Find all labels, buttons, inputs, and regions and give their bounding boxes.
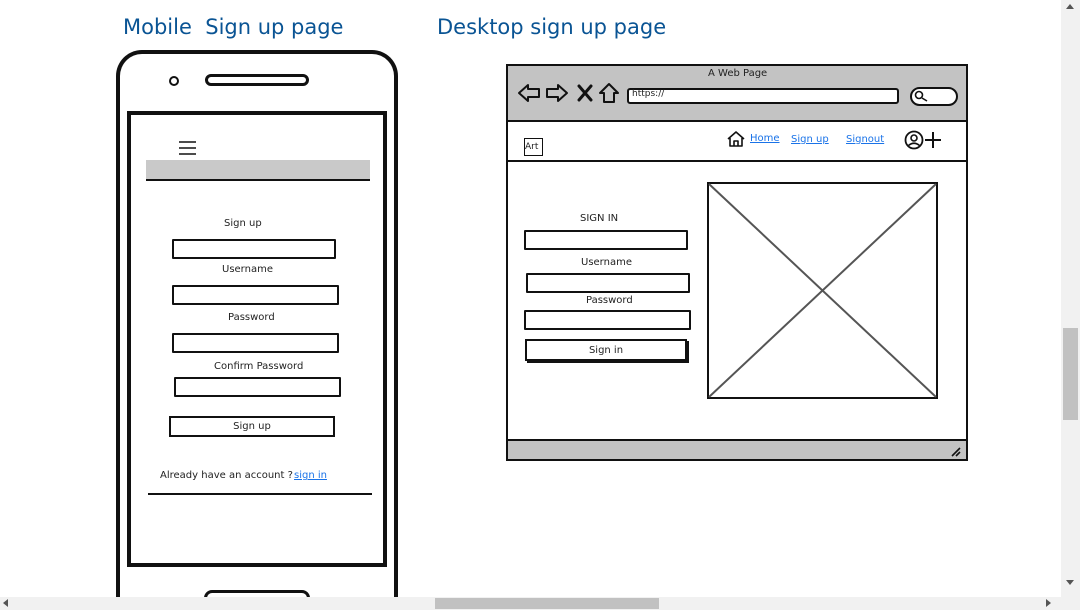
mobile-password-input[interactable] bbox=[172, 333, 339, 353]
vertical-scroll-thumb[interactable] bbox=[1063, 328, 1078, 420]
address-bar-url: https:// bbox=[632, 89, 665, 99]
browser-statusbar bbox=[508, 439, 966, 459]
address-bar[interactable] bbox=[627, 88, 899, 104]
image-placeholder-icon bbox=[707, 182, 938, 399]
mobile-section-title: Mobile Sign up page bbox=[123, 15, 344, 39]
nav-home-icon[interactable] bbox=[726, 130, 746, 148]
desktop-username-label: Username bbox=[581, 257, 632, 268]
resize-grip-icon[interactable] bbox=[950, 446, 962, 458]
add-user-icon[interactable] bbox=[904, 130, 942, 150]
horizontal-scroll-thumb[interactable] bbox=[435, 598, 659, 609]
hamburger-icon[interactable] bbox=[178, 140, 197, 156]
desktop-form-heading: SIGN IN bbox=[580, 213, 619, 224]
forward-arrow-icon[interactable] bbox=[545, 82, 569, 104]
mobile-username-label: Username bbox=[222, 264, 273, 275]
scroll-left-icon[interactable] bbox=[3, 599, 8, 607]
mobile-header-bar bbox=[146, 160, 370, 181]
desktop-password-input[interactable] bbox=[524, 310, 691, 330]
close-icon[interactable] bbox=[577, 84, 593, 102]
nav-signout-link[interactable]: Signout bbox=[846, 134, 884, 145]
phone-camera-icon bbox=[169, 76, 179, 86]
scroll-up-icon[interactable] bbox=[1066, 4, 1074, 9]
phone-speaker-icon bbox=[205, 74, 309, 86]
site-logo-text: Art bbox=[525, 142, 539, 152]
nav-signup-link[interactable]: Sign up bbox=[791, 134, 829, 145]
back-arrow-icon[interactable] bbox=[517, 82, 541, 104]
nav-home-link[interactable]: Home bbox=[750, 133, 780, 144]
mobile-confirm-password-input[interactable] bbox=[174, 377, 341, 397]
desktop-password-label: Password bbox=[586, 295, 633, 306]
vertical-scrollbar[interactable] bbox=[1061, 0, 1080, 597]
scroll-right-icon[interactable] bbox=[1046, 599, 1051, 607]
browser-window-title: A Web Page bbox=[708, 68, 768, 79]
mobile-footer-divider bbox=[148, 493, 372, 495]
search-icon bbox=[914, 90, 928, 102]
desktop-header-divider bbox=[507, 160, 967, 162]
mobile-signup-input[interactable] bbox=[172, 239, 336, 259]
mobile-signin-link[interactable]: sign in bbox=[294, 470, 327, 481]
mobile-signup-button[interactable]: Sign up bbox=[169, 416, 335, 437]
desktop-username-input[interactable] bbox=[526, 273, 690, 293]
mobile-account-prompt: Already have an account ? bbox=[160, 470, 293, 481]
home-icon[interactable] bbox=[598, 82, 620, 104]
desktop-signin-button[interactable]: Sign in bbox=[525, 339, 687, 361]
mobile-form-heading: Sign up bbox=[224, 218, 262, 229]
mobile-password-label: Password bbox=[228, 312, 275, 323]
desktop-signin-input[interactable] bbox=[524, 230, 688, 250]
desktop-section-title: Desktop sign up page bbox=[437, 15, 667, 39]
mobile-confirm-password-label: Confirm Password bbox=[214, 361, 304, 372]
scroll-down-icon[interactable] bbox=[1066, 580, 1074, 585]
mobile-username-input[interactable] bbox=[172, 285, 339, 305]
